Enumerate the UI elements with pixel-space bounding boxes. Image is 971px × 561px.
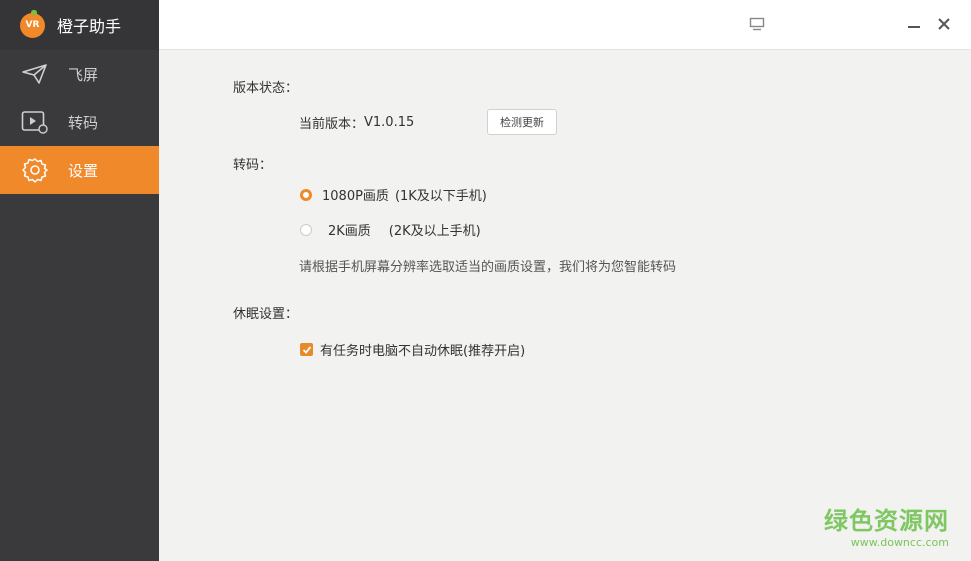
sleep-section-label: 休眠设置： [233, 307, 299, 322]
sidebar-item-zhuanma[interactable]: 转码 [0, 98, 159, 146]
checkbox-checked[interactable] [300, 343, 313, 356]
current-version-row: 当前版本： V1.0.15 [299, 113, 414, 132]
check-update-button[interactable]: 检测更新 [487, 109, 557, 135]
gear-icon [21, 156, 49, 184]
option-desc: (2K及以上手机) [388, 224, 481, 239]
radio-button-unselected[interactable] [300, 223, 312, 236]
current-version-label: 当前版本： [299, 117, 365, 132]
transcode-option-2k[interactable]: 2K画质 (2K及以上手机) [300, 220, 481, 239]
option-label: 2K画质 [328, 224, 371, 239]
sidebar: VR 橙子助手 飞屏 转码 设置 [0, 0, 159, 561]
sidebar-item-settings[interactable]: 设置 [0, 146, 159, 194]
sidebar-item-feiping[interactable]: 飞屏 [0, 50, 159, 98]
minimize-icon[interactable] [904, 14, 924, 34]
orange-logo-icon: VR [20, 9, 45, 38]
app-brand: VR 橙子助手 [0, 0, 159, 50]
app-title: 橙子助手 [57, 17, 122, 36]
watermark-title: 绿色资源网 [824, 507, 949, 535]
monitor-icon[interactable] [747, 14, 767, 34]
sidebar-item-label: 转码 [68, 113, 99, 132]
checkbox-label: 有任务时电脑不自动休眠(推荐开启) [320, 344, 526, 359]
title-bar [159, 0, 971, 50]
transcode-option-1080p[interactable]: 1080P画质 (1K及以下手机) [300, 185, 487, 204]
video-convert-icon [21, 108, 49, 136]
sidebar-item-label: 飞屏 [68, 65, 99, 84]
transcode-hint: 请根据手机屏幕分辨率选取适当的画质设置，我们将为您智能转码 [299, 260, 677, 275]
settings-panel: 版本状态： 当前版本： V1.0.15 检测更新 转码： 1080P画质 (1K… [159, 50, 971, 561]
watermark-url: www.downcc.com [850, 536, 949, 549]
radio-button-selected[interactable] [300, 188, 312, 201]
current-version-value: V1.0.15 [364, 115, 415, 130]
sidebar-item-label: 设置 [68, 161, 99, 180]
watermark: 绿色资源网 www.downcc.com [824, 501, 949, 549]
transcode-section-label: 转码： [233, 158, 273, 173]
option-desc: (1K及以下手机) [394, 189, 487, 204]
no-sleep-option[interactable]: 有任务时电脑不自动休眠(推荐开启) [300, 340, 525, 359]
version-section-label: 版本状态： [233, 81, 299, 96]
paper-plane-icon [21, 60, 49, 88]
close-icon[interactable] [934, 14, 954, 34]
option-label: 1080P画质 [322, 189, 389, 204]
